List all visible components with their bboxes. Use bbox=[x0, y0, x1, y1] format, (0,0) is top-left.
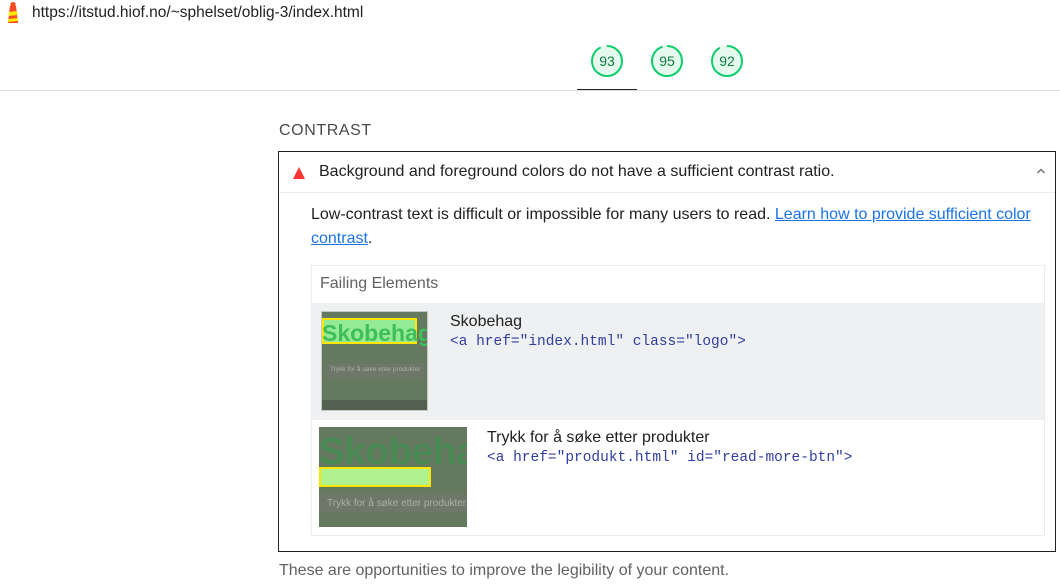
table-row[interactable]: Skobehag Trykk for å søke etter produkte… bbox=[312, 420, 1044, 535]
element-label: Skobehag bbox=[450, 313, 523, 330]
url-bar: https://itstud.hiof.no/~sphelset/oblig-3… bbox=[0, 0, 1060, 26]
gauge-value: 95 bbox=[659, 53, 675, 69]
page-url: https://itstud.hiof.no/~sphelset/oblig-3… bbox=[32, 4, 364, 21]
element-screenshot: Skobehag Trykk for å søke etter produkte… bbox=[319, 427, 467, 527]
chevron-up-icon[interactable] bbox=[1035, 165, 1047, 177]
gauge-value: 93 bbox=[599, 53, 615, 69]
failing-elements-table: Failing Elements Skobehag Trykk for å sø… bbox=[311, 265, 1045, 536]
description-text: Low-contrast text is difficult or imposs… bbox=[311, 206, 771, 223]
audit-description: Low-contrast text is difficult or imposs… bbox=[311, 203, 1051, 251]
gauge-score-2[interactable]: 95 bbox=[650, 44, 684, 78]
thumb-button-text: Trykk for å søke etter produkter bbox=[330, 366, 421, 373]
header-divider bbox=[0, 90, 1060, 91]
element-snippet: <a href="produkt.html" id="read-more-btn… bbox=[487, 450, 853, 466]
description-end: . bbox=[367, 230, 373, 247]
group-description: These are opportunities to improve the l… bbox=[279, 562, 730, 579]
audit-summary[interactable]: Background and foreground colors do not … bbox=[279, 152, 1055, 193]
thumb-logo-text: Skobehag bbox=[322, 320, 428, 346]
thumb-button-text: Trykk for å søke etter produkter bbox=[327, 498, 467, 509]
element-snippet: <a href="index.html" class="logo"> bbox=[450, 334, 746, 350]
thumb-footer bbox=[322, 400, 427, 410]
element-screenshot: Skobehag Trykk for å søke etter produkte… bbox=[321, 311, 428, 411]
group-title: CONTRAST bbox=[279, 122, 372, 139]
gauge-value: 92 bbox=[719, 53, 735, 69]
audit-title: Background and foreground colors do not … bbox=[319, 163, 835, 180]
table-header: Failing Elements bbox=[320, 275, 439, 292]
gauge-score-1[interactable]: 93 bbox=[590, 44, 624, 78]
table-row[interactable]: Skobehag Trykk for å søke etter produkte… bbox=[312, 303, 1044, 420]
fail-triangle-icon bbox=[293, 167, 305, 179]
element-label: Trykk for å søke etter produkter bbox=[487, 429, 710, 446]
lighthouse-icon bbox=[8, 2, 18, 23]
score-gauges: 93 95 92 bbox=[0, 44, 1060, 90]
gauge-score-3[interactable]: 92 bbox=[710, 44, 744, 78]
highlight-border bbox=[319, 467, 431, 487]
audit-color-contrast: Background and foreground colors do not … bbox=[278, 151, 1056, 552]
